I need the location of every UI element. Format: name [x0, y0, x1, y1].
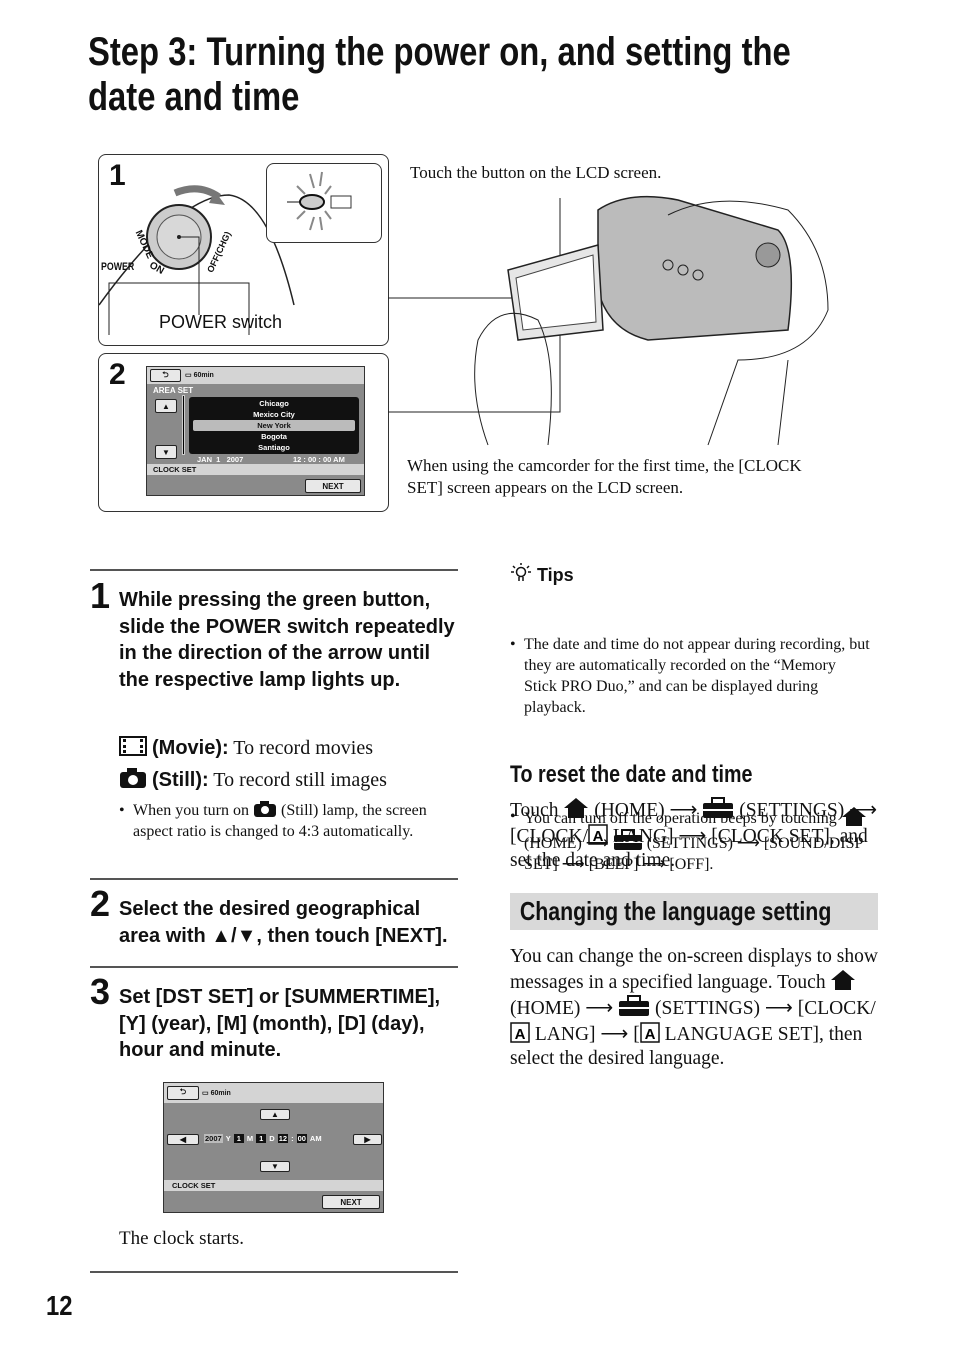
- hour-field[interactable]: 12: [277, 1134, 289, 1143]
- step-number-3: 3: [90, 971, 111, 1012]
- increase-button[interactable]: ▲: [260, 1109, 290, 1120]
- tips-heading: Tips: [510, 562, 574, 586]
- previous-field-button[interactable]: ◀: [167, 1134, 199, 1145]
- step-number-1: 1: [90, 575, 111, 616]
- back-button[interactable]: ⮌: [150, 369, 181, 382]
- camera-icon: [253, 801, 276, 817]
- year-field[interactable]: 2007: [204, 1134, 223, 1143]
- step-3-text: Set [DST SET] or [SUMMERTIME], [Y] (year…: [119, 986, 441, 1061]
- city-item[interactable]: Santiago: [189, 442, 359, 453]
- city-list: Chicago Mexico City New York Bogota Sant…: [189, 397, 359, 454]
- toolbox-settings-icon: [619, 995, 650, 1016]
- svg-text:A: A: [515, 1026, 526, 1043]
- tip-item: The date and time do not appear during r…: [510, 634, 870, 718]
- step-number-2: 2: [90, 883, 111, 924]
- step-1-text: While pressing the green button, slide t…: [119, 589, 455, 691]
- language-icon: A: [639, 1022, 660, 1043]
- step-2-text: Select the desired geographical area wit…: [119, 898, 448, 947]
- back-button[interactable]: ⮌: [167, 1086, 199, 1100]
- date-time-fields: 2007 Y 1 M 1 D 12 : 00 AM: [204, 1134, 322, 1143]
- callout-first-time: When using the camcorder for the first t…: [407, 456, 802, 497]
- lamp-inset: [266, 163, 382, 243]
- month-field[interactable]: 1: [233, 1134, 244, 1143]
- area-set-screen: ⮌ ▭ 60min AREA SET ▲ ▼ Chicago Mexico Ci…: [146, 366, 365, 496]
- next-button[interactable]: NEXT: [305, 479, 361, 493]
- divider: [90, 878, 458, 880]
- movie-icon: [119, 736, 147, 756]
- panel-number: 2: [109, 358, 126, 391]
- clock-set-label: CLOCK SET: [164, 1180, 383, 1191]
- time-readout: 12 : 00 : 00 AM: [293, 455, 345, 464]
- clock-set-label: CLOCK SET: [147, 464, 364, 475]
- day-field[interactable]: 1: [256, 1134, 267, 1143]
- language-icon: A: [510, 1022, 530, 1043]
- reset-instructions: Touch (HOME) ⟶ (SETTINGS) ⟶ [CLOCK/A LAN…: [510, 797, 880, 873]
- lightbulb-icon: [511, 563, 531, 581]
- language-instructions: You can change the on-screen displays to…: [510, 946, 878, 1069]
- page-number: 12: [46, 1290, 73, 1321]
- svg-text:A: A: [644, 1026, 655, 1043]
- still-mode-line: (Still): To record still images: [119, 767, 387, 792]
- decrease-button[interactable]: ▼: [260, 1161, 290, 1172]
- language-section-banner: Changing the language setting: [510, 893, 878, 930]
- figure-panel-2: 2 ⮌ ▭ 60min AREA SET ▲ ▼ Chicago Mexico …: [98, 353, 389, 512]
- city-item[interactable]: Bogota: [189, 431, 359, 442]
- camera-icon: [120, 768, 146, 788]
- camcorder-illustration: [388, 195, 829, 446]
- callout-touch-lcd: Touch the button on the LCD screen.: [410, 163, 662, 182]
- movie-mode-line: (Movie): To record movies: [119, 735, 373, 760]
- battery-indicator: ▭ 60min: [202, 1090, 231, 1097]
- power-label: POWER: [101, 261, 135, 273]
- clock-starts-caption: The clock starts.: [119, 1228, 245, 1249]
- power-switch-caption: POWER switch: [159, 312, 283, 332]
- toolbox-settings-icon: [703, 797, 734, 818]
- language-icon: A: [588, 824, 608, 845]
- home-icon: [831, 970, 856, 990]
- still-note: When you turn on (Still) lamp, the scree…: [119, 800, 439, 842]
- language-heading: Changing the language setting: [519, 896, 832, 926]
- movie-lamp-icon: [330, 195, 352, 209]
- battery-indicator: ▭ 60min: [185, 372, 214, 379]
- city-item[interactable]: Chicago: [189, 398, 359, 409]
- page-title: Step 3: Turning the power on, and settin…: [88, 30, 791, 119]
- home-icon: [564, 798, 589, 818]
- date-readout: JAN 1 2007: [197, 455, 244, 464]
- next-field-button[interactable]: ▶: [353, 1134, 382, 1145]
- clock-set-screen: ⮌ ▭ 60min ▲ ▼ ◀ ▶ 2007 Y 1 M 1 D 12 : 00…: [163, 1082, 384, 1213]
- minute-field[interactable]: 00: [296, 1134, 307, 1143]
- city-item[interactable]: Mexico City: [189, 409, 359, 420]
- scroll-up-button[interactable]: ▲: [155, 399, 177, 413]
- ampm-field[interactable]: AM: [310, 1134, 322, 1143]
- divider: [90, 1271, 458, 1273]
- divider: [90, 966, 458, 968]
- scroll-down-button[interactable]: ▼: [155, 445, 177, 459]
- svg-text:A: A: [593, 828, 604, 845]
- next-button[interactable]: NEXT: [322, 1195, 380, 1209]
- reset-date-heading: To reset the date and time: [510, 761, 753, 788]
- area-set-label: AREA SET: [153, 386, 194, 395]
- figure-panel-1: 1 POWER MODE ON OFF(CHG) POWER switch: [98, 154, 389, 346]
- divider: [90, 569, 458, 571]
- city-item-selected[interactable]: New York: [193, 420, 355, 431]
